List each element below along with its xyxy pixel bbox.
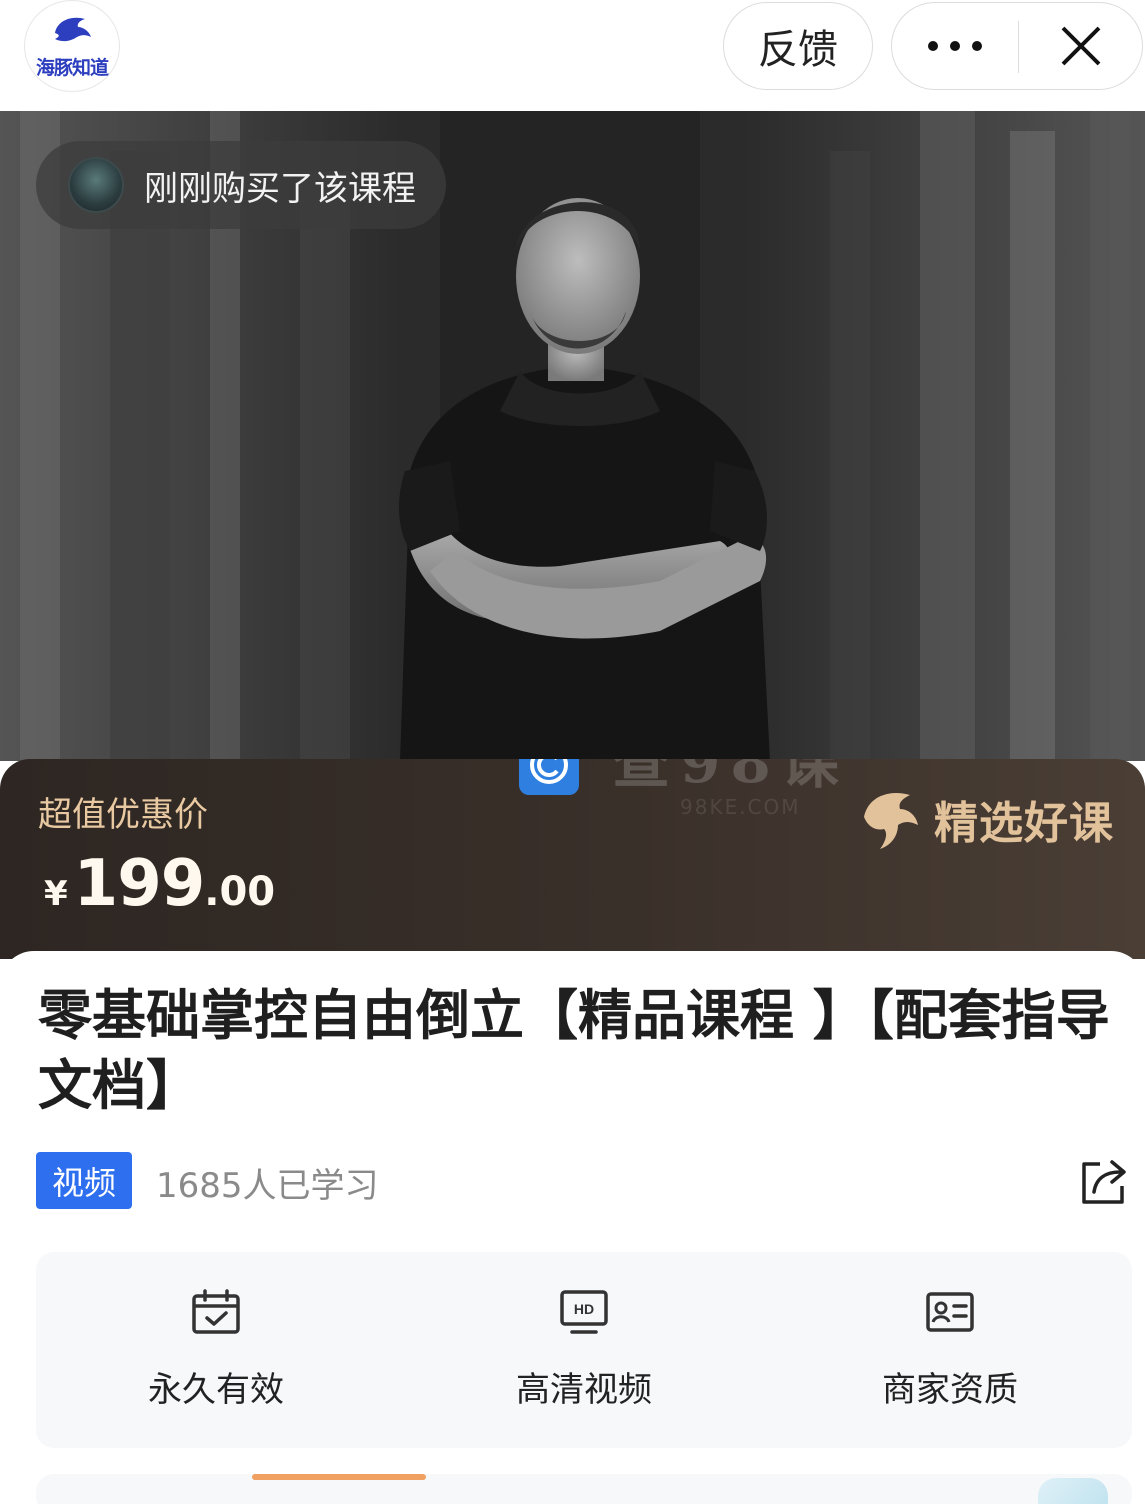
course-info-card: 零基础掌控自由倒立【精品课程 】【配套指导文档】 视频 1685人已学习 永久有… [0,951,1145,1504]
section-tab-indicator [252,1474,426,1480]
logo-text: 海豚知道 [35,56,109,79]
close-button[interactable] [1019,3,1143,89]
recent-purchase-notice: 刚刚购买了该课程 [36,141,446,229]
feedback-button[interactable]: 反馈 [723,2,873,90]
purchase-notice-text: 刚刚购买了该课程 [144,168,416,209]
decorative-corner [1038,1478,1108,1504]
dolphin-icon [55,17,91,41]
course-features-panel: 永久有效 HD 高清视频 商家资质 [36,1252,1132,1448]
learner-count: 1685人已学习 [156,1166,379,1206]
price-value: ¥199.00 [44,847,275,921]
price-decimal: .00 [204,869,276,915]
watermark-logo-icon [519,759,579,795]
currency-symbol: ¥ [44,874,68,914]
feature-item-merchant: 商家资质 [770,1252,1130,1448]
content-type-badge: 视频 [36,1152,132,1209]
price-integer: 199 [73,847,206,921]
watermark-subtext: 98KE.COM [680,795,801,819]
feature-item-hd-video: HD 高清视频 [404,1252,764,1448]
hd-video-icon: HD [560,1290,608,1334]
feature-label: 高清视频 [516,1370,652,1410]
close-icon [1061,26,1101,66]
more-button[interactable] [892,3,1018,89]
more-dots-icon [928,41,982,51]
feature-label: 永久有效 [148,1370,284,1410]
feature-item-validity: 永久有效 [36,1252,396,1448]
svg-text:HD: HD [574,1301,594,1317]
price-label: 超值优惠价 [38,795,208,835]
id-card-icon [926,1292,974,1332]
course-title: 零基础掌控自由倒立【精品课程 】【配套指导文档】 [38,984,1110,1117]
featured-course-tag: 精选好课 [858,787,1114,851]
dolphin-icon [864,793,918,849]
course-meta-row: 视频 1685人已学习 [36,1152,1136,1210]
feature-label: 商家资质 [882,1370,1018,1410]
mini-program-capsule [891,2,1143,90]
calendar-check-icon [192,1289,240,1334]
app-logo[interactable]: 海豚知道 [24,0,120,92]
watermark-text: 查98课 [612,759,849,796]
featured-course-label: 精选好课 [934,798,1114,849]
buyer-avatar [68,157,124,213]
next-section-peek [36,1474,1132,1504]
top-bar: 海豚知道 反馈 [0,0,1145,111]
course-cover-image: 刚刚购买了该课程 [0,111,1145,761]
share-icon[interactable] [1078,1156,1130,1206]
price-banner: 超值优惠价 ¥199.00 精选好课 查98课 98KE.COM [0,759,1145,959]
